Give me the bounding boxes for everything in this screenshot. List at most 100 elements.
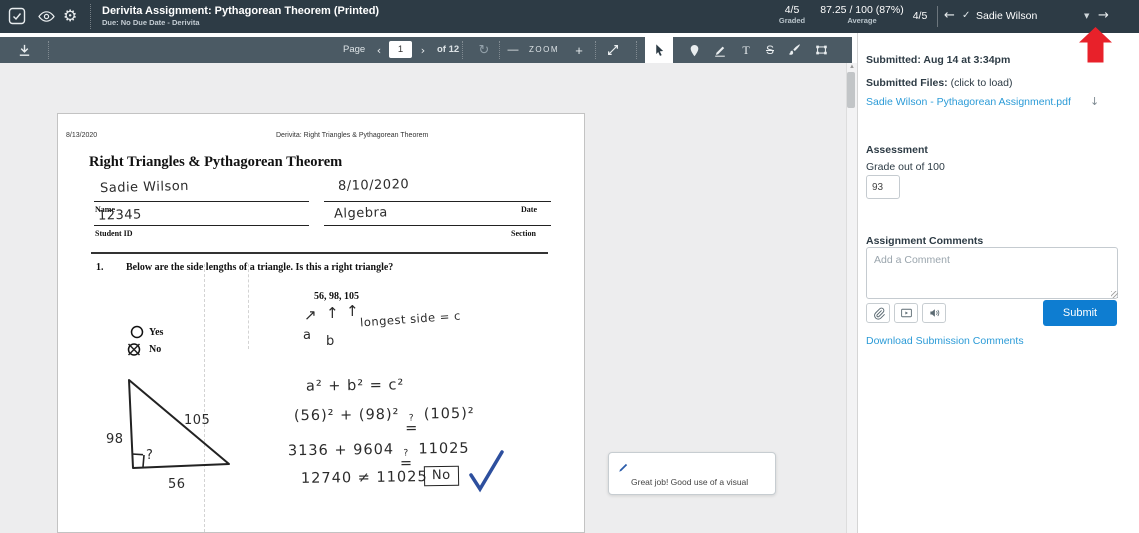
worksheet-title: Right Triangles & Pythagorean Theorem bbox=[89, 154, 343, 170]
question-number: 1. bbox=[96, 262, 104, 273]
handwritten-arrow: ↑ bbox=[326, 304, 340, 322]
handwritten-arrow: ↗ bbox=[304, 306, 318, 324]
highlight-pencil-icon[interactable] bbox=[708, 37, 732, 63]
student-id-line bbox=[94, 225, 309, 226]
submit-button[interactable]: Submit bbox=[1043, 300, 1117, 326]
submitted-files-label: Submitted Files: (click to load) bbox=[866, 77, 1013, 89]
handwritten-triangle-sketch bbox=[116, 376, 238, 483]
comment-input[interactable] bbox=[866, 247, 1118, 299]
toolbar-divider bbox=[636, 41, 637, 59]
assignment-comments-heading: Assignment Comments bbox=[866, 235, 984, 247]
grade-out-of-label: Grade out of 100 bbox=[866, 161, 945, 173]
assessment-heading: Assessment bbox=[866, 144, 928, 156]
nav-divider bbox=[937, 6, 938, 27]
doc-header-title: Derivita: Right Triangles & Pythagorean … bbox=[276, 132, 429, 139]
handwritten-student-id: 12345 bbox=[97, 207, 143, 224]
doc-header-date: 8/13/2020 bbox=[66, 132, 98, 139]
date-line bbox=[324, 201, 551, 202]
name-line bbox=[94, 201, 309, 202]
audio-comment-icon[interactable] bbox=[922, 303, 946, 323]
average-label: Average bbox=[847, 16, 877, 25]
paperclip-icon[interactable] bbox=[866, 303, 890, 323]
point-annotation-icon[interactable] bbox=[682, 37, 706, 63]
equation-1: a² + b² = c² bbox=[305, 377, 405, 395]
no-radio-crossed-icon bbox=[126, 342, 142, 357]
side-lengths: 56, 98, 105 bbox=[314, 291, 359, 302]
average-value: 87.25 / 100 (87%) bbox=[820, 4, 904, 16]
student-id-label: Student ID bbox=[95, 229, 133, 238]
toolbar-divider bbox=[462, 41, 463, 59]
student-dropdown[interactable]: Sadie Wilson bbox=[976, 10, 1037, 22]
viewer-scrollbar[interactable]: ▲ bbox=[846, 63, 857, 533]
no-label: No bbox=[149, 344, 162, 355]
chevron-down-icon[interactable]: ▼ bbox=[1084, 12, 1089, 20]
topbar-divider bbox=[90, 4, 91, 29]
triangle-hypotenuse-label: 105 bbox=[184, 413, 211, 428]
free-draw-brush-icon[interactable] bbox=[782, 37, 806, 63]
page-number-input[interactable] bbox=[389, 41, 412, 58]
assignment-due-date: Due: No Due Date - Derivita bbox=[102, 18, 200, 27]
handwritten-date: 8/10/2020 bbox=[337, 177, 410, 194]
scrollbar-up-arrow[interactable]: ▲ bbox=[849, 64, 855, 70]
grading-sidebar: Submitted: Aug 14 at 3:34pm Submitted Fi… bbox=[857, 33, 1139, 533]
file-download-icon[interactable]: ↓ bbox=[1090, 95, 1099, 108]
zoom-out-button[interactable]: — bbox=[505, 37, 521, 63]
zoom-label: ZOOM bbox=[529, 45, 559, 54]
handwritten-label-b: b bbox=[326, 334, 335, 349]
equation-2: (56)² + (98)² ? = (105)² bbox=[293, 405, 475, 437]
handwritten-note: longest side = c bbox=[359, 308, 462, 330]
scan-artifact-line bbox=[248, 264, 249, 349]
yes-radio-icon bbox=[130, 325, 144, 339]
prev-student-button[interactable]: ← bbox=[944, 8, 955, 23]
scrollbar-thumb[interactable] bbox=[847, 72, 855, 108]
page-label: Page bbox=[343, 44, 366, 55]
zoom-in-button[interactable]: + bbox=[571, 37, 587, 63]
grade-input[interactable] bbox=[866, 175, 900, 199]
yes-label: Yes bbox=[149, 327, 164, 338]
section-label: Section bbox=[511, 229, 536, 238]
handwritten-section: Algebra bbox=[333, 205, 389, 222]
eye-icon[interactable] bbox=[38, 10, 55, 28]
toolbar-divider bbox=[595, 41, 596, 59]
fullscreen-icon[interactable] bbox=[602, 37, 624, 63]
download-icon[interactable] bbox=[12, 37, 36, 63]
assignment-title: Derivita Assignment: Pythagorean Theorem… bbox=[102, 5, 380, 17]
area-selection-icon[interactable] bbox=[808, 37, 834, 63]
page-total: of 12 bbox=[437, 44, 460, 55]
question-text: Below are the side lengths of a triangle… bbox=[126, 262, 394, 273]
document-toolbar: Page ‹ › of 12 ↻ — ZOOM + T S bbox=[0, 37, 852, 63]
page-next-button[interactable]: › bbox=[416, 37, 430, 63]
text-annotation-icon[interactable]: T bbox=[734, 37, 758, 63]
toolbar-divider bbox=[48, 41, 49, 59]
speedgrader-logo-icon[interactable] bbox=[8, 7, 26, 30]
red-arrow-annotation bbox=[1077, 27, 1114, 68]
student-position-count: 4/5 bbox=[912, 10, 928, 22]
next-student-button[interactable]: → bbox=[1098, 8, 1109, 23]
media-comment-icon[interactable] bbox=[894, 303, 918, 323]
comment-text: Great job! Good use of a visual bbox=[631, 477, 749, 487]
submission-file-link[interactable]: Sadie Wilson - Pythagorean Assignment.pd… bbox=[866, 96, 1071, 108]
graded-check-icon: ✓ bbox=[962, 10, 971, 21]
rotate-icon[interactable]: ↻ bbox=[474, 37, 494, 63]
page-prev-button[interactable]: ‹ bbox=[372, 37, 386, 63]
select-cursor-tool[interactable] bbox=[645, 37, 673, 63]
boxed-answer: No bbox=[423, 465, 459, 487]
date-label: Date bbox=[521, 205, 537, 214]
assignment-title-block: Derivita Assignment: Pythagorean Theorem… bbox=[102, 4, 379, 28]
triangle-bottom-label: 56 bbox=[168, 477, 186, 492]
average-stat: 87.25 / 100 (87%) Average bbox=[808, 0, 916, 25]
section-line bbox=[324, 225, 551, 226]
section-divider bbox=[91, 252, 548, 254]
document-viewer: 8/13/2020 Derivita: Right Triangles & Py… bbox=[0, 63, 858, 533]
strikeout-tool-icon[interactable]: S bbox=[758, 37, 782, 63]
handwritten-label-a: a bbox=[303, 328, 312, 343]
toolbar-divider bbox=[499, 41, 500, 59]
annotation-comment-card[interactable]: Great job! Good use of a visual bbox=[608, 452, 776, 495]
submitted-timestamp: Submitted: Aug 14 at 3:34pm bbox=[866, 54, 1011, 66]
gear-icon[interactable]: ⚙ bbox=[63, 7, 77, 25]
download-submission-comments-link[interactable]: Download Submission Comments bbox=[866, 335, 1024, 347]
blue-checkmark-icon bbox=[468, 449, 506, 500]
comment-pen-icon bbox=[618, 460, 628, 478]
handwritten-name: Sadie Wilson bbox=[99, 178, 190, 197]
handwritten-arrow: ↑ bbox=[346, 302, 360, 320]
